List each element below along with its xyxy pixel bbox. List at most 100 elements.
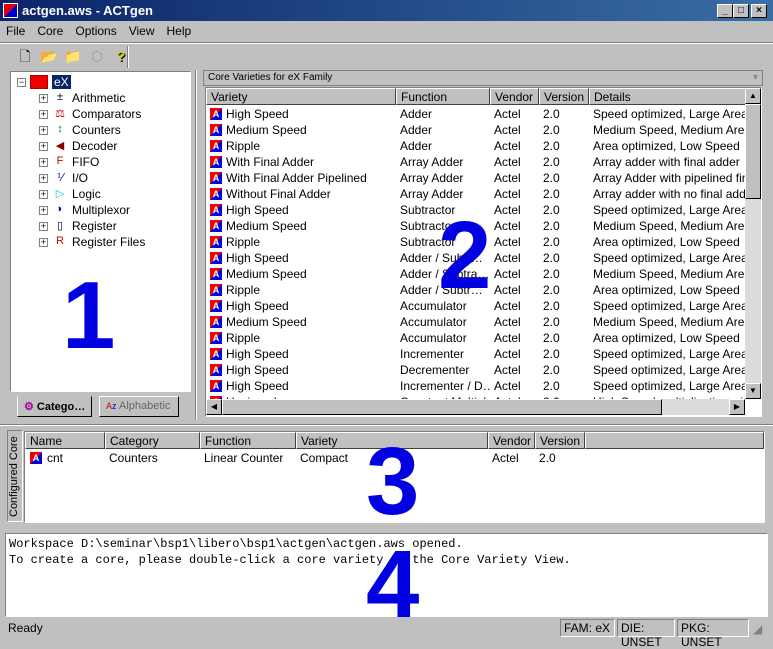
column-header-name[interactable]: Name bbox=[25, 432, 105, 449]
cell-details: Area optimized, Low Speed bbox=[593, 283, 740, 297]
cell-version: 2.0 bbox=[543, 363, 560, 377]
expand-icon[interactable]: + bbox=[39, 109, 48, 119]
table-row[interactable]: A With Final Adder Pipelined Array Adder Ac… bbox=[206, 170, 746, 186]
generate-core-icon: ⬡ bbox=[90, 48, 104, 64]
expand-icon[interactable]: + bbox=[39, 221, 48, 231]
core-variety-icon: A bbox=[210, 236, 222, 248]
cell-function: Array Adder bbox=[400, 187, 464, 201]
table-row[interactable]: A Medium Speed Adder Actel 2.0 Medium Speed, … bbox=[206, 122, 746, 138]
tree-item[interactable]: + ⅟ I/O bbox=[39, 170, 88, 186]
cell-vendor: Actel bbox=[494, 107, 521, 121]
expand-icon[interactable]: + bbox=[39, 237, 48, 247]
family-icon bbox=[30, 75, 48, 89]
core-variety-icon: A bbox=[210, 252, 222, 264]
menu-help[interactable]: Help bbox=[161, 22, 198, 42]
new-file-icon[interactable]: 🗋 bbox=[16, 47, 34, 65]
tree-item[interactable]: + ▯ Register bbox=[39, 218, 117, 234]
tree-item[interactable]: + R Register Files bbox=[39, 234, 145, 250]
menu-view[interactable]: View bbox=[123, 22, 161, 42]
column-header-version[interactable]: Version bbox=[535, 432, 585, 449]
tree-root[interactable]: − eX bbox=[17, 74, 71, 90]
cell-vendor: Actel bbox=[494, 155, 521, 169]
maximize-button[interactable]: □ bbox=[733, 4, 749, 18]
table-row[interactable]: A High Speed Adder Actel 2.0 Speed optimized,… bbox=[206, 106, 746, 122]
tree-item[interactable]: + ◗ Multiplexor bbox=[39, 202, 130, 218]
open-workspace-icon[interactable]: 📁 bbox=[64, 47, 82, 65]
expand-icon[interactable]: + bbox=[39, 205, 48, 215]
table-row[interactable]: A Ripple Accumulator Actel 2.0 Area optimized… bbox=[206, 330, 744, 346]
cell-function: Array Adder bbox=[400, 155, 464, 169]
core-varieties-header[interactable]: Core Varieties for eX Family ▾ bbox=[203, 70, 763, 86]
column-header-function[interactable]: Function bbox=[200, 432, 296, 449]
cell-version: 2.0 bbox=[543, 123, 560, 137]
scroll-down-button[interactable]: ▼ bbox=[745, 383, 761, 399]
decoder-icon: ◀ bbox=[55, 140, 65, 152]
cell-vendor: Actel bbox=[494, 331, 521, 345]
tree-item[interactable]: + ▷ Logic bbox=[39, 186, 101, 202]
tree-item[interactable]: + ↕ Counters bbox=[39, 122, 121, 138]
expand-icon[interactable]: + bbox=[39, 173, 48, 183]
expand-icon[interactable]: + bbox=[39, 157, 48, 167]
scroll-left-button[interactable]: ◀ bbox=[206, 399, 222, 415]
cell-vendor: Actel bbox=[494, 299, 521, 313]
menu-file[interactable]: File bbox=[0, 22, 31, 42]
expand-icon[interactable]: + bbox=[39, 189, 48, 199]
tree-item[interactable]: + F FIFO bbox=[39, 154, 99, 170]
menu-options[interactable]: Options bbox=[69, 22, 122, 42]
menu-core[interactable]: Core bbox=[31, 22, 69, 42]
tree-item[interactable]: + ± Arithmetic bbox=[39, 90, 125, 106]
cell-variety: With Final Adder Pipelined bbox=[226, 171, 367, 185]
scroll-right-button[interactable]: ▶ bbox=[729, 399, 745, 415]
scroll-up-button[interactable]: ▲ bbox=[745, 88, 761, 104]
table-row[interactable]: A High Speed Decrementer Actel 2.0 Speed opti… bbox=[206, 362, 746, 378]
tab-alphabetic[interactable]: Az Alphabetic bbox=[99, 396, 179, 417]
cell-details: Medium Speed, Medium Area bbox=[593, 123, 746, 137]
cell-function: Decrementer bbox=[400, 363, 470, 377]
configured-core-tab[interactable]: Configured Core bbox=[7, 430, 23, 522]
tree-root-label: eX bbox=[52, 75, 71, 89]
menu-bar: File Core Options View Help bbox=[0, 22, 197, 42]
close-button[interactable]: × bbox=[751, 4, 767, 18]
column-header-variety[interactable]: Variety bbox=[206, 88, 396, 105]
table-row[interactable]: A Without Final Adder Array Adder Actel 2.0 A… bbox=[206, 186, 746, 202]
column-header-version[interactable]: Version bbox=[539, 88, 589, 105]
dropdown-arrow-icon[interactable]: ▾ bbox=[753, 72, 758, 83]
expand-icon[interactable]: + bbox=[39, 125, 48, 135]
tree-item[interactable]: + ◀ Decoder bbox=[39, 138, 117, 154]
column-header-details[interactable]: Details bbox=[589, 88, 746, 105]
column-header-function[interactable]: Function bbox=[396, 88, 490, 105]
expand-icon[interactable]: + bbox=[39, 93, 48, 103]
counter-icon: ↕ bbox=[57, 123, 63, 135]
minimize-button[interactable]: _ bbox=[717, 4, 733, 18]
cell-version: 2.0 bbox=[543, 315, 560, 329]
column-header-category[interactable]: Category bbox=[105, 432, 200, 449]
tree-item-label: Decoder bbox=[72, 139, 118, 153]
collapse-icon[interactable]: − bbox=[17, 77, 26, 87]
tree-item[interactable]: + ⚖ Comparators bbox=[39, 106, 141, 122]
tree-item-label: I/O bbox=[72, 171, 89, 185]
table-row[interactable]: A High Speed Incrementer Actel 2.0 Speed opti… bbox=[206, 346, 746, 362]
resize-grip-icon[interactable]: ◢ bbox=[753, 622, 762, 636]
expand-icon[interactable]: + bbox=[39, 141, 48, 151]
table-row[interactable]: A Medium Speed Accumulator Actel 2.0 Medium S… bbox=[206, 314, 746, 330]
vertical-scrollbar[interactable]: ▲ ▼ bbox=[745, 88, 761, 399]
column-header-vendor[interactable]: Vendor bbox=[490, 88, 539, 105]
tab-category[interactable]: ⚙ Catego… bbox=[17, 396, 93, 417]
table-row[interactable]: A High Speed Incrementer / D… Actel 2.0 Speed… bbox=[206, 378, 746, 394]
cell-version: 2.0 bbox=[543, 379, 560, 393]
fifo-icon: F bbox=[56, 155, 64, 167]
az-sort-icon: Az bbox=[106, 401, 117, 411]
horizontal-scrollbar[interactable]: ◀ ▶ bbox=[206, 399, 745, 415]
cell-function: Incrementer bbox=[400, 347, 465, 361]
table-row[interactable]: A With Final Adder Array Adder Actel 2.0 Arra… bbox=[206, 154, 744, 170]
cell-variety: High Speed bbox=[226, 299, 289, 313]
column-header-vendor[interactable]: Vendor bbox=[488, 432, 535, 449]
core-varieties-title: Core Varieties for eX Family bbox=[208, 72, 333, 83]
cell-version: 2.0 bbox=[543, 187, 560, 201]
cell-details: Medium Speed, Medium Area bbox=[593, 267, 746, 281]
core-variety-icon: A bbox=[210, 220, 222, 232]
table-row[interactable]: A Ripple Adder Actel 2.0 Area optimized, Low … bbox=[206, 138, 744, 154]
scroll-thumb[interactable] bbox=[745, 104, 761, 199]
open-folder-icon[interactable]: 📂 bbox=[40, 47, 58, 65]
scroll-thumb[interactable] bbox=[222, 399, 662, 415]
